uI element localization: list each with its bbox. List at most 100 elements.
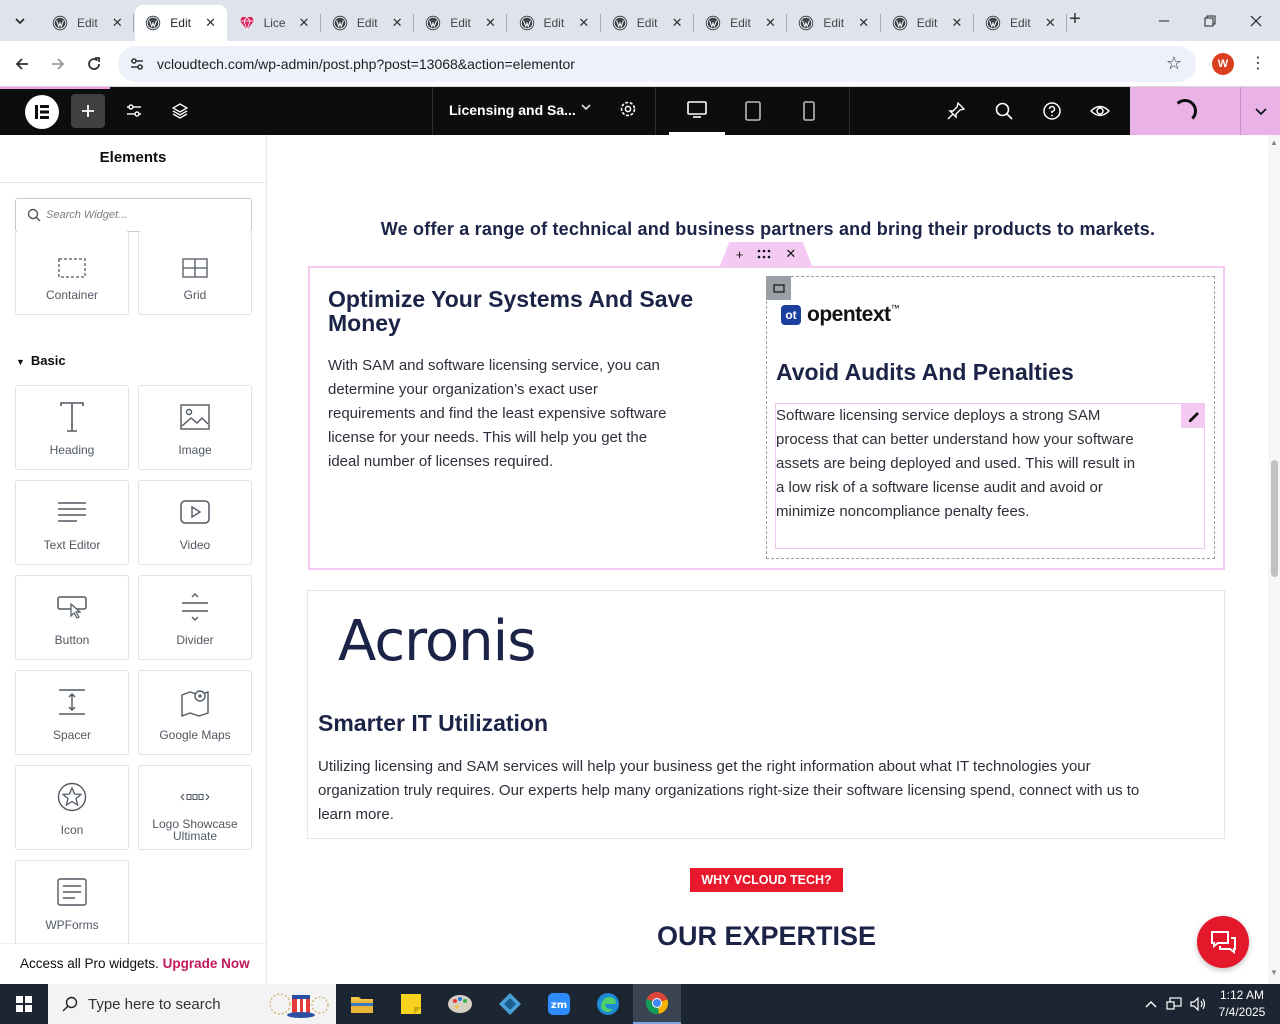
widget-grid[interactable]: Grid — [138, 231, 252, 315]
widget-icon[interactable]: Icon — [15, 765, 129, 850]
widget-logo-showcase[interactable]: Logo Showcase Ultimate — [138, 765, 252, 850]
chrome-app[interactable] — [633, 984, 681, 1024]
bookmark-star-icon[interactable]: ☆ — [1166, 53, 1182, 74]
close-window-button[interactable] — [1233, 0, 1279, 41]
paint-app[interactable] — [436, 984, 484, 1024]
tab-search-button[interactable] — [6, 7, 34, 35]
forward-button[interactable] — [44, 50, 72, 78]
widget-search-input[interactable]: Search Widget... — [15, 198, 252, 232]
browser-tab[interactable]: Edit ✕ — [975, 5, 1068, 41]
sticky-notes-app[interactable] — [387, 984, 435, 1024]
close-tab-icon[interactable]: ✕ — [389, 15, 405, 31]
scroll-up-icon[interactable]: ▲ — [1270, 138, 1278, 147]
right-heading[interactable]: Avoid Audits And Penalties — [776, 360, 1196, 384]
reload-button[interactable] — [80, 50, 108, 78]
edit-widget-button[interactable] — [1181, 404, 1204, 428]
close-tab-icon[interactable]: ✕ — [576, 15, 592, 31]
widget-video[interactable]: Video — [138, 480, 252, 565]
add-element-button[interactable] — [71, 94, 105, 128]
elementor-logo-button[interactable] — [25, 95, 59, 129]
scroll-down-icon[interactable]: ▼ — [1270, 968, 1278, 977]
widget-image[interactable]: Image — [138, 385, 252, 470]
widget-container[interactable]: Container — [15, 231, 129, 315]
widget-divider[interactable]: Divider — [138, 575, 252, 660]
widget-spacer[interactable]: Spacer — [15, 670, 129, 755]
notes-button[interactable] — [939, 94, 973, 128]
browser-tab[interactable]: Lice ✕ — [229, 5, 321, 41]
mobile-view-button[interactable] — [781, 87, 837, 135]
chat-button[interactable] — [1197, 916, 1249, 968]
publish-button[interactable] — [1130, 87, 1240, 135]
site-settings-icon[interactable] — [128, 55, 146, 73]
close-tab-icon[interactable]: ✕ — [482, 15, 498, 31]
browser-menu-icon[interactable]: ⋮ — [1248, 53, 1268, 75]
canvas-scrollbar[interactable]: ▲ ▼ — [1268, 135, 1280, 984]
zoom-app[interactable]: zm — [535, 984, 583, 1024]
close-tab-icon[interactable]: ✕ — [856, 15, 872, 31]
network-tray-icon[interactable] — [1163, 984, 1185, 1024]
browser-tab[interactable]: Edit ✕ — [322, 5, 415, 41]
opentext-logo[interactable]: ot opentext ™ — [781, 303, 900, 327]
right-text[interactable]: Software licensing service deploys a str… — [776, 404, 1146, 524]
restore-button[interactable] — [1187, 0, 1233, 41]
widget-heading[interactable]: Heading — [15, 385, 129, 470]
browser-tab[interactable]: Edit ✕ — [882, 5, 974, 41]
help-button[interactable] — [1035, 94, 1069, 128]
back-button[interactable] — [8, 50, 36, 78]
structure-button[interactable] — [163, 94, 197, 128]
start-button[interactable] — [0, 984, 48, 1024]
minimize-button[interactable] — [1141, 0, 1187, 41]
publish-options-button[interactable] — [1240, 87, 1280, 135]
widget-wpforms[interactable]: WPForms — [15, 860, 129, 945]
desktop-view-button[interactable] — [669, 87, 725, 135]
profile-avatar[interactable]: W — [1212, 53, 1234, 75]
edge-app[interactable] — [584, 984, 632, 1024]
url-text[interactable]: vcloudtech.com/wp-admin/post.php?post=13… — [157, 56, 575, 72]
new-tab-button[interactable]: + — [1064, 9, 1086, 31]
close-tab-icon[interactable]: ✕ — [109, 15, 125, 31]
file-explorer-app[interactable] — [338, 984, 386, 1024]
left-heading[interactable]: Optimize Your Systems And Save Money — [328, 287, 748, 335]
widget-button[interactable]: Button — [15, 575, 129, 660]
drag-handle-icon[interactable] — [757, 247, 771, 262]
volume-tray-icon[interactable] — [1187, 984, 1209, 1024]
browser-tab[interactable]: Edit ✕ — [509, 5, 601, 41]
widget-google-maps[interactable]: Google Maps — [138, 670, 252, 755]
section-handle[interactable]: + ✕ — [720, 242, 812, 266]
page-title-dropdown[interactable]: Licensing and Sa... — [432, 87, 656, 135]
system-clock[interactable]: 1:12 AM 7/4/2025 — [1210, 987, 1274, 1021]
left-text[interactable]: With SAM and software licensing service,… — [328, 354, 673, 474]
gear-icon[interactable] — [617, 98, 639, 120]
finder-button[interactable] — [987, 94, 1021, 128]
taskbar-search[interactable]: Type here to search — [48, 984, 336, 1024]
section2-heading[interactable]: Smarter IT Utilization — [318, 711, 918, 735]
tablet-view-button[interactable] — [725, 87, 781, 135]
browser-tab[interactable]: Edit ✕ — [42, 5, 135, 41]
section-headline[interactable]: We offer a range of technical and busine… — [268, 219, 1268, 240]
close-tab-icon[interactable]: ✕ — [949, 15, 965, 31]
address-bar[interactable]: vcloudtech.com/wp-admin/post.php?post=13… — [118, 46, 1196, 82]
preview-button[interactable] — [1083, 94, 1117, 128]
why-badge[interactable]: WHY VCLOUD TECH? — [690, 868, 843, 892]
browser-tab[interactable]: Edit ✕ — [695, 5, 788, 41]
scrollbar-thumb[interactable] — [1271, 460, 1278, 577]
browser-tab[interactable]: Edit ✕ — [602, 5, 695, 41]
add-section-icon[interactable]: + — [736, 247, 744, 262]
close-tab-icon[interactable]: ✕ — [203, 15, 219, 31]
acronis-logo[interactable]: Acronis — [338, 609, 536, 674]
close-tab-icon[interactable]: ✕ — [296, 15, 312, 31]
site-settings-button[interactable] — [117, 94, 151, 128]
browser-tab[interactable]: Edit ✕ — [135, 5, 227, 41]
expertise-heading[interactable]: OUR EXPERTISE — [268, 921, 1265, 952]
basic-section-toggle[interactable]: ▼ Basic — [16, 353, 66, 368]
show-hidden-icons-button[interactable] — [1141, 984, 1161, 1024]
diamond-app[interactable] — [486, 984, 534, 1024]
browser-tab[interactable]: Edit ✕ — [415, 5, 508, 41]
browser-tab[interactable]: Edit ✕ — [788, 5, 881, 41]
upgrade-now-link[interactable]: Upgrade Now — [163, 956, 250, 971]
widget-text-editor[interactable]: Text Editor — [15, 480, 129, 565]
close-tab-icon[interactable]: ✕ — [762, 15, 778, 31]
close-tab-icon[interactable]: ✕ — [669, 15, 685, 31]
close-tab-icon[interactable]: ✕ — [1042, 15, 1058, 31]
column-handle[interactable] — [766, 276, 791, 300]
